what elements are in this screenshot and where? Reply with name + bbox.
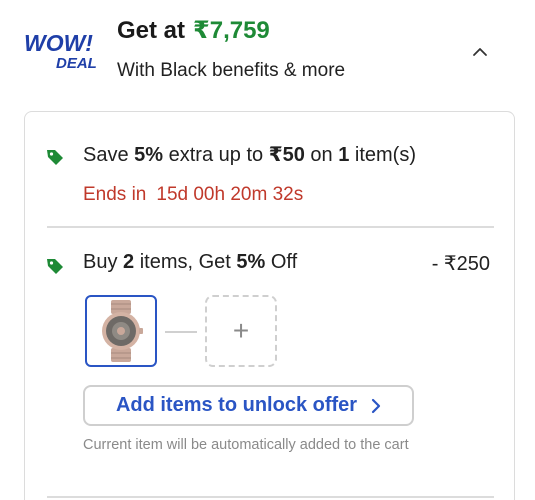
svg-text:WOW!: WOW!	[24, 30, 93, 56]
chevron-up-icon	[473, 48, 487, 56]
bundle-offer: Buy 2 items, Get 5% Off	[83, 251, 298, 273]
selected-product-thumbnail[interactable]	[85, 295, 157, 367]
price-prefix: Get at	[117, 17, 186, 44]
wow-deal-logo: WOW! DEAL	[24, 30, 97, 72]
divider	[47, 496, 494, 498]
plus-icon: +	[232, 315, 250, 346]
extra-savings-offer: Save 5% extra up to ₹50 on 1 item(s)	[83, 144, 417, 166]
countdown-label: Ends in	[83, 184, 147, 205]
tag-icon	[47, 259, 63, 274]
bundle-discount: - ₹250	[431, 253, 490, 275]
offers-card: Save 5% extra up to ₹50 on 1 item(s) End…	[24, 111, 515, 500]
auto-add-note: Current item will be automatically added…	[83, 437, 409, 453]
price-heading: Get at ₹7,759	[117, 16, 270, 45]
offer-header: WOW! DEAL Get at ₹7,759 With Black benefi…	[0, 0, 535, 100]
svg-text:DEAL: DEAL	[56, 55, 97, 72]
offer-countdown: Ends in 15d 00h 20m 32s	[83, 184, 303, 206]
chevron-right-icon	[371, 398, 381, 414]
collapse-button[interactable]	[466, 38, 494, 66]
add-item-slot[interactable]: +	[205, 295, 277, 367]
watch-thumbnail	[102, 300, 143, 362]
countdown-value: 15d 00h 20m 32s	[156, 184, 304, 205]
tag-icon	[47, 150, 63, 165]
add-items-unlock-button[interactable]: Add items to unlock offer	[83, 385, 414, 426]
divider	[47, 226, 494, 228]
benefits-subtitle: With Black benefits & more	[117, 60, 346, 81]
bundle-connector	[165, 331, 197, 333]
offer-price: ₹7,759	[193, 17, 270, 44]
unlock-button-label: Add items to unlock offer	[115, 394, 358, 416]
